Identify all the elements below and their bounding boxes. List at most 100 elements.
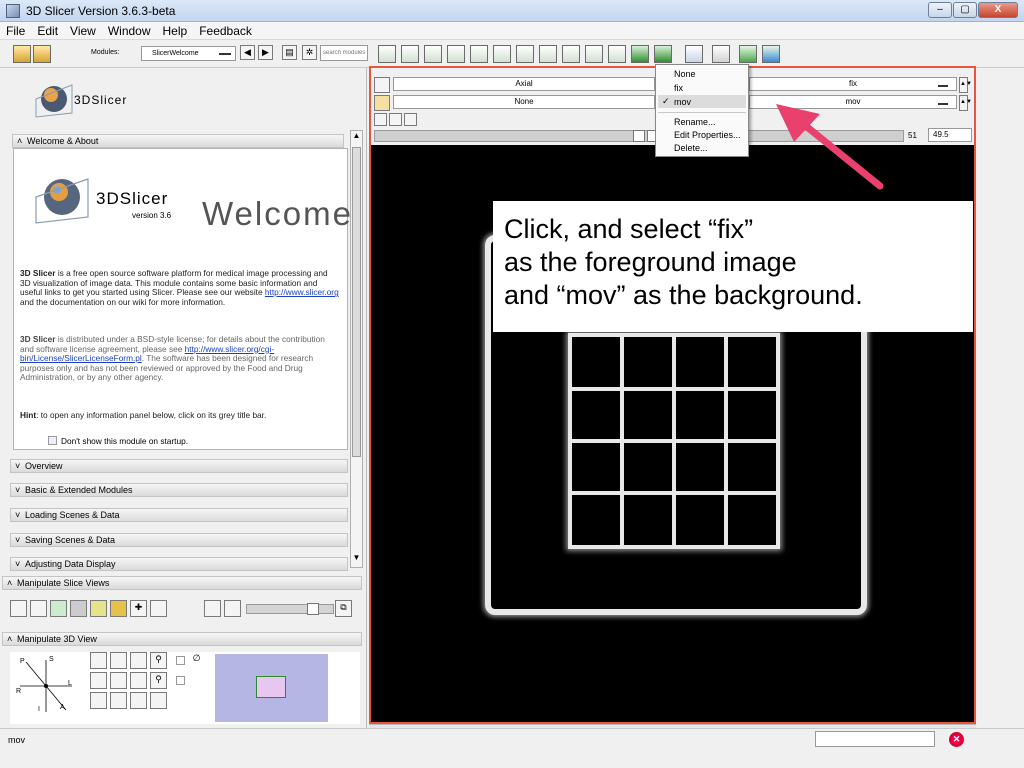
search-modules-input[interactable] [320, 45, 368, 61]
save-scene-icon[interactable] [33, 45, 51, 63]
back-arrow-icon[interactable]: ◀ [240, 45, 255, 60]
popup-separator [658, 112, 746, 113]
manipulate-3d-header[interactable]: ˄ Manipulate 3D View [2, 632, 362, 646]
slice-grid-icon[interactable]: ✚ [130, 600, 147, 617]
slice-offset-input[interactable]: 49.5 [928, 128, 972, 142]
section-loading-scenes[interactable]: ˅ Loading Scenes & Data [10, 508, 348, 522]
slice-options-icon[interactable]: ⧉ [335, 600, 352, 617]
layout-icon[interactable] [685, 45, 703, 63]
section-welcome-header[interactable]: ˄ Welcome & About [12, 134, 344, 148]
minimize-button[interactable]: – [928, 2, 952, 18]
popup-item-mov-row[interactable] [658, 95, 746, 108]
pan-icon[interactable] [90, 692, 107, 709]
place-fiducial-icon[interactable] [739, 45, 757, 63]
maximize-button[interactable]: ▢ [953, 2, 977, 18]
menu-feedback[interactable]: Feedback [193, 22, 258, 38]
editor-icon[interactable] [516, 45, 534, 63]
refresh-icon[interactable] [762, 45, 780, 63]
zoom-in-icon[interactable]: ⚲ [150, 652, 167, 669]
screenshot-icon[interactable] [130, 672, 147, 689]
startup-checkbox[interactable] [48, 436, 57, 445]
popup-edit-properties[interactable]: Edit Properties... [674, 130, 741, 140]
visibility-icon[interactable] [389, 113, 402, 126]
fly-icon[interactable] [130, 692, 147, 709]
link-slices-icon[interactable] [374, 113, 387, 126]
camera-icon[interactable] [130, 652, 147, 669]
slice-fov-icon[interactable] [10, 600, 27, 617]
stereo-icon[interactable] [150, 692, 167, 709]
orientation-select[interactable]: Axial [393, 77, 655, 91]
chart-icon[interactable] [562, 45, 580, 63]
label-outline-icon[interactable] [404, 113, 417, 126]
foreground-select[interactable]: fix [749, 77, 957, 91]
popup-delete[interactable]: Delete... [674, 143, 708, 153]
undo-icon[interactable] [631, 45, 649, 63]
popup-rename[interactable]: Rename... [674, 117, 716, 127]
menu-help[interactable]: Help [157, 22, 194, 38]
slicer-website-link[interactable]: http://www.slicer.org [265, 287, 339, 297]
fade-down-icon[interactable]: ▲▼ [959, 95, 972, 111]
zoom-out-icon[interactable]: ⚲ [150, 672, 167, 689]
module-settings-icon[interactable]: ✲ [302, 45, 317, 60]
slice-cross-icon[interactable] [110, 600, 127, 617]
rotate-left-icon[interactable] [90, 652, 107, 669]
look-from-icon[interactable] [110, 692, 127, 709]
slice-opacity-slider[interactable] [246, 603, 334, 615]
popup-item-none[interactable]: None [674, 69, 696, 79]
background-select-left[interactable]: None [393, 95, 655, 109]
section-basic-modules[interactable]: ˅ Basic & Extended Modules [10, 483, 348, 497]
measure-icon[interactable] [424, 45, 442, 63]
menu-edit[interactable]: Edit [31, 22, 64, 38]
spin-checkbox[interactable] [176, 656, 185, 665]
slice-annotation-icon[interactable] [70, 600, 87, 617]
colors-icon[interactable] [585, 45, 603, 63]
popup-item-fix[interactable]: fix [674, 83, 683, 93]
slice-layers-icon[interactable] [374, 95, 390, 111]
title-bar: 3D Slicer Version 3.6.3-beta – ▢ X [0, 0, 1024, 22]
slice-pin-icon[interactable] [374, 77, 390, 93]
spin-mode-icon[interactable]: ∅ [188, 652, 205, 669]
module-list-icon[interactable]: ▤ [282, 45, 297, 60]
slider-thumb[interactable] [633, 130, 645, 142]
layout-grid-icon[interactable] [608, 45, 626, 63]
scroll-down-arrow[interactable]: ▼ [351, 553, 362, 567]
menu-window[interactable]: Window [102, 22, 157, 38]
slice-spacing-icon[interactable] [150, 600, 167, 617]
slice-compare-icon[interactable] [204, 600, 221, 617]
compass-icon [20, 660, 72, 712]
slice-label-icon[interactable] [90, 600, 107, 617]
rock-mode-icon[interactable] [188, 672, 205, 689]
volumes-icon[interactable] [447, 45, 465, 63]
models-icon[interactable] [470, 45, 488, 63]
data-icon[interactable] [378, 45, 396, 63]
navigator-view[interactable] [215, 654, 328, 722]
fade-up-icon[interactable]: ▲▼ [959, 77, 972, 93]
section-saving-scenes[interactable]: ˅ Saving Scenes & Data [10, 533, 348, 547]
transforms-icon[interactable] [539, 45, 557, 63]
slider-thumb[interactable] [307, 603, 319, 615]
popup-item-mov[interactable]: mov [674, 97, 691, 107]
spin-icon[interactable] [90, 672, 107, 689]
menu-view[interactable]: View [64, 22, 102, 38]
load-scene-icon[interactable] [13, 45, 31, 63]
manipulate-slice-header[interactable]: ˄ Manipulate Slice Views [2, 576, 362, 590]
fiducials-icon[interactable] [493, 45, 511, 63]
mouse-mode-icon[interactable] [712, 45, 730, 63]
scroll-thumb[interactable] [352, 147, 361, 457]
module-select[interactable]: SlicerWelcome [141, 46, 236, 61]
close-button[interactable]: X [978, 2, 1018, 18]
section-overview[interactable]: ˅ Overview [10, 459, 348, 473]
scroll-up-arrow[interactable]: ▲ [351, 131, 362, 145]
redo-icon[interactable] [654, 45, 672, 63]
error-log-icon[interactable]: ✕ [949, 732, 964, 747]
slice-link-icon[interactable] [30, 600, 47, 617]
frame-icon[interactable] [110, 672, 127, 689]
section-adjusting-display[interactable]: ˅ Adjusting Data Display [10, 557, 348, 571]
rock-checkbox[interactable] [176, 676, 185, 685]
menu-file[interactable]: File [0, 22, 31, 38]
home-icon[interactable] [401, 45, 419, 63]
slice-color-icon[interactable] [50, 600, 67, 617]
rotate-up-icon[interactable] [110, 652, 127, 669]
forward-arrow-icon[interactable]: ▶ [258, 45, 273, 60]
slice-link-views-icon[interactable] [224, 600, 241, 617]
